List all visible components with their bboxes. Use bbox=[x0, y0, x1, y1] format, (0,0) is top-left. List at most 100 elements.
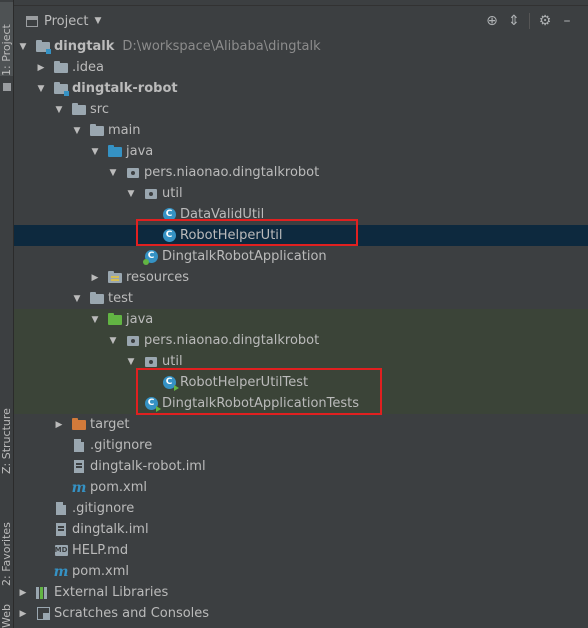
tree-row-dingtalkrobotapplication[interactable]: C DingtalkRobotApplication bbox=[14, 246, 588, 267]
module-folder-icon bbox=[53, 78, 69, 99]
tree-row-src[interactable]: ▼ src bbox=[14, 99, 588, 120]
tree-label: target bbox=[90, 417, 130, 432]
project-tree: ▼ dingtalk D:\workspace\Alibaba\dingtalk … bbox=[14, 36, 588, 628]
tree-row-external-libraries[interactable]: ▶ External Libraries bbox=[14, 582, 588, 603]
tree-row-scratches[interactable]: ▶ Scratches and Consoles bbox=[14, 603, 588, 624]
tree-row-robothelperutil[interactable]: C RobotHelperUtil bbox=[14, 225, 588, 246]
tab-web-label: Web bbox=[0, 604, 13, 628]
tree-label: Scratches and Consoles bbox=[54, 606, 210, 621]
expand-arrow-icon[interactable]: ▼ bbox=[90, 309, 100, 330]
package-icon bbox=[125, 162, 141, 183]
tree-row-main-util[interactable]: ▼ util bbox=[14, 183, 588, 204]
tree-label: dingtalk bbox=[54, 39, 115, 54]
tree-row-gitignore-root[interactable]: .gitignore bbox=[14, 498, 588, 519]
expand-arrow-icon[interactable]: ▼ bbox=[54, 99, 64, 120]
tree-row-main-package[interactable]: ▼ pers.niaonao.dingtalkrobot bbox=[14, 162, 588, 183]
collapse-arrow-icon[interactable]: ▶ bbox=[36, 57, 46, 78]
expand-arrow-icon[interactable]: ▼ bbox=[90, 141, 100, 162]
collapse-arrow-icon[interactable]: ▶ bbox=[18, 603, 28, 624]
markdown-icon: MD bbox=[54, 545, 68, 556]
hide-icon[interactable]: – bbox=[556, 13, 578, 29]
tree-row-test-java[interactable]: ▼ java bbox=[14, 309, 588, 330]
package-icon bbox=[143, 351, 159, 372]
tree-row-dingtalk[interactable]: ▼ dingtalk D:\workspace\Alibaba\dingtalk bbox=[14, 36, 588, 57]
tree-row-target[interactable]: ▶ target bbox=[14, 414, 588, 435]
tree-label: pers.niaonao.dingtalkrobot bbox=[144, 333, 320, 348]
collapse-arrow-icon[interactable]: ▶ bbox=[54, 414, 64, 435]
library-icon bbox=[35, 582, 51, 603]
expand-arrow-icon[interactable]: ▼ bbox=[108, 330, 118, 351]
tree-label: RobotHelperUtilTest bbox=[180, 375, 309, 390]
tree-label: src bbox=[90, 102, 109, 117]
project-folder-icon bbox=[0, 80, 13, 92]
tree-label: util bbox=[162, 354, 183, 369]
tree-row-main-java[interactable]: ▼ java bbox=[14, 141, 588, 162]
tree-label: pom.xml bbox=[90, 480, 147, 495]
tree-row-test-package[interactable]: ▼ pers.niaonao.dingtalkrobot bbox=[14, 330, 588, 351]
folder-icon bbox=[53, 57, 69, 78]
expand-arrow-icon[interactable]: ▼ bbox=[72, 288, 82, 309]
tree-row-pom-robot[interactable]: m pom.xml bbox=[14, 477, 588, 498]
tree-row-test-util[interactable]: ▼ util bbox=[14, 351, 588, 372]
collapse-arrow-icon[interactable]: ▶ bbox=[18, 582, 28, 603]
toolbar-separator bbox=[529, 13, 530, 29]
tree-label: External Libraries bbox=[54, 585, 169, 600]
tree-label: dingtalk-robot.iml bbox=[90, 459, 206, 474]
expand-arrow-icon[interactable]: ▼ bbox=[36, 78, 46, 99]
tree-row-main[interactable]: ▼ main bbox=[14, 120, 588, 141]
expand-arrow-icon[interactable]: ▼ bbox=[126, 183, 136, 204]
class-icon: C bbox=[161, 225, 177, 246]
excluded-folder-icon bbox=[71, 414, 87, 435]
collapse-arrow-icon[interactable]: ▶ bbox=[90, 267, 100, 288]
file-icon bbox=[71, 435, 87, 456]
package-icon bbox=[125, 330, 141, 351]
expand-arrow-icon[interactable]: ▼ bbox=[126, 351, 136, 372]
tree-row-dingtalk-robot-iml[interactable]: dingtalk-robot.iml bbox=[14, 456, 588, 477]
tab-favorites[interactable]: 2: Favorites bbox=[0, 498, 13, 586]
expand-arrow-icon[interactable]: ▼ bbox=[72, 120, 82, 141]
tree-row-dingtalk-robot[interactable]: ▼ dingtalk-robot bbox=[14, 78, 588, 99]
tree-row-dingtalkrobotapplicationtests[interactable]: C DingtalkRobotApplicationTests bbox=[14, 393, 588, 414]
gear-icon[interactable]: ⚙ bbox=[534, 13, 556, 29]
test-source-folder-icon bbox=[107, 309, 123, 330]
source-folder-icon bbox=[107, 141, 123, 162]
tree-label: DingtalkRobotApplication bbox=[162, 249, 327, 264]
project-tool-window: 1: Project Z: Structure 2: Favorites Web… bbox=[0, 0, 588, 628]
chevron-down-icon[interactable]: ▼ bbox=[94, 16, 101, 26]
collapse-all-icon[interactable]: ⇕ bbox=[503, 13, 525, 29]
class-icon: C bbox=[161, 204, 177, 225]
tree-row-resources[interactable]: ▶ resources bbox=[14, 267, 588, 288]
tree-row-gitignore-robot[interactable]: .gitignore bbox=[14, 435, 588, 456]
tree-row-test[interactable]: ▼ test bbox=[14, 288, 588, 309]
project-toolbar: Project ▼ ⊕ ⇕ ⚙ – bbox=[14, 6, 588, 36]
module-folder-icon bbox=[35, 36, 51, 57]
tree-label: DataValidUtil bbox=[180, 207, 265, 222]
tree-label: pers.niaonao.dingtalkrobot bbox=[144, 165, 320, 180]
tab-project[interactable]: 1: Project bbox=[0, 2, 13, 76]
test-class-icon: C bbox=[143, 393, 161, 414]
left-tool-strip: 1: Project Z: Structure 2: Favorites Web bbox=[0, 0, 14, 628]
maven-icon: m bbox=[53, 563, 69, 580]
tree-row-datavalidutil[interactable]: C DataValidUtil bbox=[14, 204, 588, 225]
tree-row-idea[interactable]: ▶ .idea bbox=[14, 57, 588, 78]
tree-row-dingtalk-iml[interactable]: dingtalk.iml bbox=[14, 519, 588, 540]
panel-title[interactable]: Project bbox=[44, 14, 88, 29]
module-path: D:\workspace\Alibaba\dingtalk bbox=[122, 39, 321, 54]
tree-row-robothelperutiltest[interactable]: C RobotHelperUtilTest bbox=[14, 372, 588, 393]
tab-web[interactable]: Web bbox=[0, 598, 13, 628]
tree-label: DingtalkRobotApplicationTests bbox=[162, 396, 360, 411]
scratches-icon bbox=[35, 603, 51, 624]
expand-arrow-icon[interactable]: ▼ bbox=[108, 162, 118, 183]
file-icon bbox=[53, 498, 69, 519]
tree-row-help-md[interactable]: MD HELP.md bbox=[14, 540, 588, 561]
locate-icon[interactable]: ⊕ bbox=[481, 13, 503, 29]
project-view-icon bbox=[26, 15, 38, 27]
tree-label: dingtalk.iml bbox=[72, 522, 149, 537]
tree-label: util bbox=[162, 186, 183, 201]
tree-row-pom-root[interactable]: m pom.xml bbox=[14, 561, 588, 582]
tree-label: .idea bbox=[72, 60, 104, 75]
tab-structure[interactable]: Z: Structure bbox=[0, 392, 13, 474]
tree-label: resources bbox=[126, 270, 190, 285]
expand-arrow-icon[interactable]: ▼ bbox=[18, 36, 28, 57]
tab-project-label: 1: Project bbox=[0, 24, 13, 76]
